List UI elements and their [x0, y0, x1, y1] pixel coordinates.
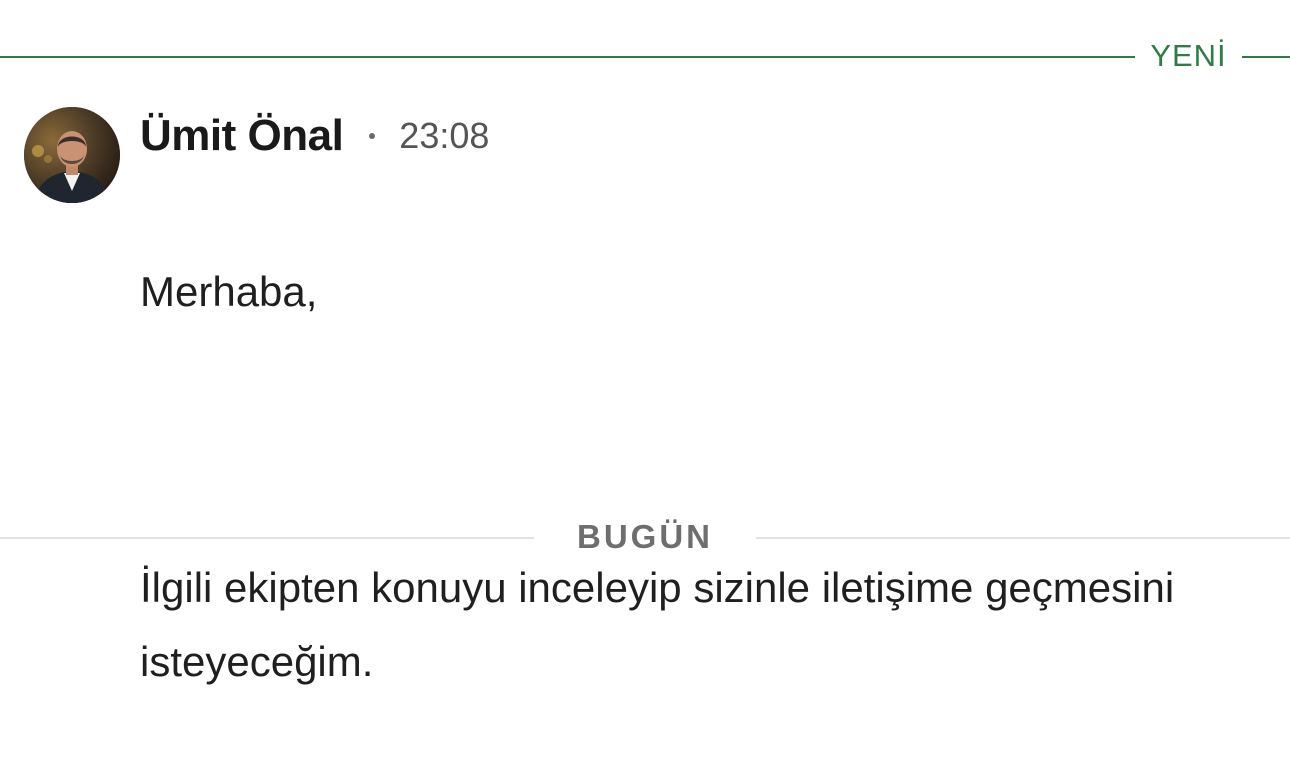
divider-line	[0, 537, 534, 539]
divider-line	[0, 56, 1135, 58]
avatar[interactable]	[24, 107, 120, 203]
sender-name[interactable]: Ümit Önal	[140, 111, 344, 161]
new-messages-divider: YENİ	[0, 38, 1290, 73]
new-messages-label: YENİ	[1150, 38, 1227, 73]
separator-dot	[369, 133, 376, 139]
message-paragraph: Merhaba,	[140, 268, 318, 315]
chat-message: Ümit Önal 23:08 Merhaba, İlgili ekipten …	[140, 108, 1270, 773]
date-divider-label: BUGÜN	[577, 518, 713, 555]
divider-line	[756, 537, 1290, 539]
message-paragraph: İlgili ekipten konuyu inceleyip sizinle …	[140, 564, 1175, 685]
date-divider: BUGÜN	[0, 518, 1290, 555]
message-timestamp: 23:08	[399, 115, 490, 156]
divider-line	[1242, 56, 1290, 58]
message-header: Ümit Önal 23:08	[140, 108, 1270, 164]
message-body: Merhaba, İlgili ekipten konuyu inceleyip…	[140, 181, 1270, 773]
person-photo-icon	[24, 107, 120, 203]
